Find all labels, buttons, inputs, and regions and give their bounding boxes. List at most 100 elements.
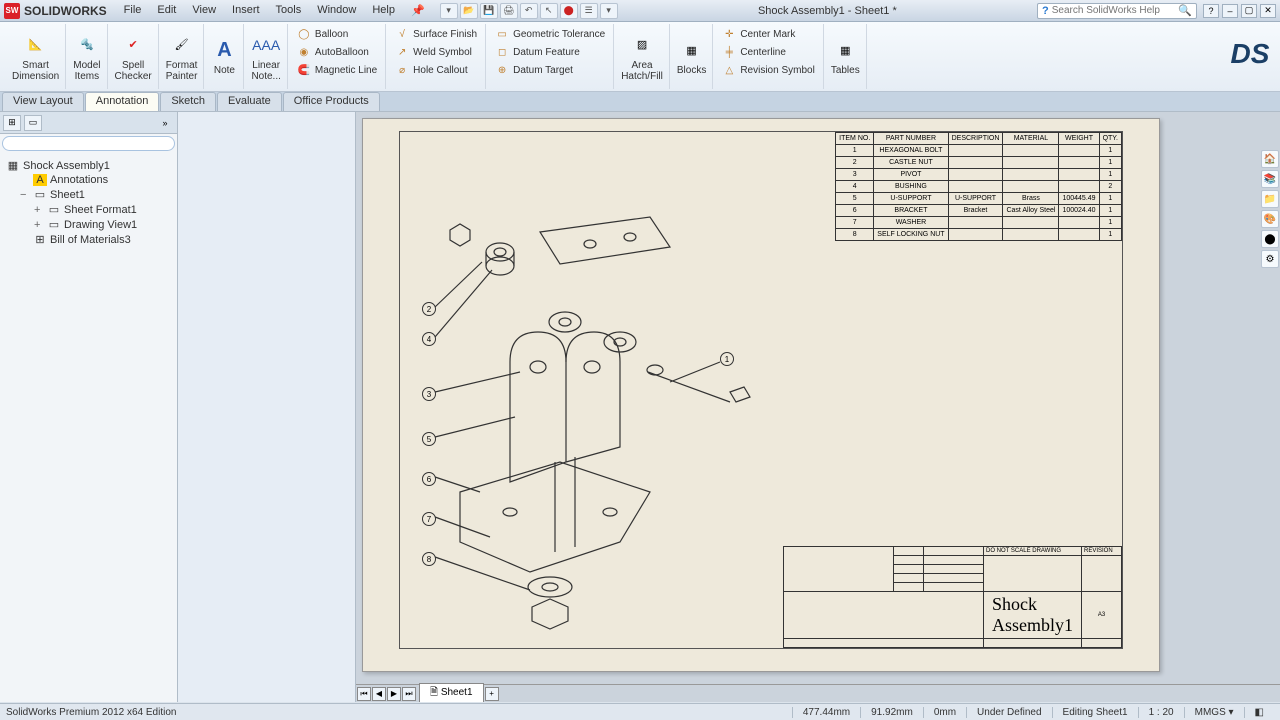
fm-collapse-icon[interactable]: » <box>156 115 174 131</box>
format-painter-button[interactable]: 🖌FormatPainter <box>160 24 205 89</box>
balloon-3[interactable]: 3 <box>422 387 436 401</box>
undo-icon[interactable]: ↶ <box>520 3 538 19</box>
tp-explorer-icon[interactable]: 📁 <box>1261 190 1279 208</box>
rebuild-icon[interactable]: ⬤ <box>560 3 578 19</box>
sheet-first-icon[interactable]: ⏮ <box>357 687 371 701</box>
balloon-7[interactable]: 7 <box>422 512 436 526</box>
main-menu: File Edit View Insert Tools Window Help … <box>117 2 432 19</box>
tab-sketch[interactable]: Sketch <box>160 92 216 111</box>
balloon-8[interactable]: 8 <box>422 552 436 566</box>
status-scale[interactable]: 1 : 20 <box>1138 707 1184 718</box>
bom-h-part: PART NUMBER <box>874 133 948 145</box>
options2-icon[interactable]: ▾ <box>600 3 618 19</box>
menu-pin-icon[interactable]: 📌 <box>404 2 432 19</box>
drawing-sheet[interactable]: ITEM NO. PART NUMBER DESCRIPTION MATERIA… <box>362 118 1160 672</box>
tree-sheet1[interactable]: −▭Sheet1 <box>6 187 171 202</box>
bom-row[interactable]: 1HEXAGONAL BOLT1 <box>836 145 1122 157</box>
tab-view-layout[interactable]: View Layout <box>2 92 84 111</box>
balloon-4[interactable]: 4 <box>422 332 436 346</box>
blocks-button[interactable]: ▦Blocks <box>671 24 713 89</box>
bom-row[interactable]: 4BUSHING2 <box>836 181 1122 193</box>
hole-callout-button[interactable]: ⌀Hole Callout <box>393 62 479 78</box>
revision-symbol-button[interactable]: △Revision Symbol <box>720 62 816 78</box>
search-icon[interactable]: 🔍 <box>1178 4 1192 17</box>
balloon-2[interactable]: 2 <box>422 302 436 316</box>
bom-row[interactable]: 3PIVOT1 <box>836 169 1122 181</box>
sheet-last-icon[interactable]: ⏭ <box>402 687 416 701</box>
tree-bom[interactable]: ⊞Bill of Materials3 <box>6 232 171 247</box>
tree-sheet-format[interactable]: +▭Sheet Format1 <box>6 202 171 217</box>
note-button[interactable]: ANote <box>205 24 244 89</box>
balloon-6[interactable]: 6 <box>422 472 436 486</box>
status-extra-icon[interactable]: ◧ <box>1244 707 1274 718</box>
new-icon[interactable]: ▾ <box>440 3 458 19</box>
menu-file[interactable]: File <box>117 2 149 19</box>
menu-edit[interactable]: Edit <box>150 2 183 19</box>
balloon-button[interactable]: ◯Balloon <box>295 26 379 42</box>
bom-row[interactable]: 6BRACKETBracketCast Alloy Steel100024.40… <box>836 205 1122 217</box>
balloon-1[interactable]: 1 <box>720 352 734 366</box>
options-icon[interactable]: ☰ <box>580 3 598 19</box>
autoballoon-button[interactable]: ◉AutoBalloon <box>295 44 379 60</box>
maximize-icon[interactable]: ▢ <box>1241 4 1257 18</box>
center-mark-button[interactable]: ✛Center Mark <box>720 26 816 42</box>
print-icon[interactable]: 🖨 <box>500 3 518 19</box>
title-block[interactable]: DO NOT SCALE DRAWINGREVISION Shock Assem… <box>783 546 1122 648</box>
tab-evaluate[interactable]: Evaluate <box>217 92 282 111</box>
help-dropdown-icon[interactable]: ? <box>1203 4 1219 18</box>
datum-target-button[interactable]: ⊕Datum Target <box>493 62 607 78</box>
tp-appearances-icon[interactable]: ⬤ <box>1261 230 1279 248</box>
main-area: ⊞ ▭ » ▦Shock Assembly1 AAnnotations −▭Sh… <box>0 112 1280 702</box>
datum-feature-button[interactable]: ◻Datum Feature <box>493 44 607 60</box>
bom-row[interactable]: 2CASTLE NUT1 <box>836 157 1122 169</box>
spell-checker-button[interactable]: ✔SpellChecker <box>109 24 159 89</box>
tree-annotations[interactable]: AAnnotations <box>6 173 171 187</box>
help-search-input[interactable] <box>1052 5 1179 16</box>
tp-custom-icon[interactable]: ⚙ <box>1261 250 1279 268</box>
tree-root[interactable]: ▦Shock Assembly1 <box>6 158 171 173</box>
bom-row[interactable]: 5U-SUPPORTU-SUPPORTBrass100445.491 <box>836 193 1122 205</box>
geometric-tolerance-button[interactable]: ▭Geometric Tolerance <box>493 26 607 42</box>
open-icon[interactable]: 📂 <box>460 3 478 19</box>
close-icon[interactable]: ✕ <box>1260 4 1276 18</box>
tables-button[interactable]: ▦Tables <box>825 24 867 89</box>
smart-dimension-button[interactable]: 📐SmartDimension <box>6 24 66 89</box>
menu-help[interactable]: Help <box>365 2 402 19</box>
tab-annotation[interactable]: Annotation <box>85 92 160 111</box>
sheet-next-icon[interactable]: ▶ <box>387 687 401 701</box>
select-icon[interactable]: ↖ <box>540 3 558 19</box>
weld-symbol-button[interactable]: ↗Weld Symbol <box>393 44 479 60</box>
fm-tab-prop-icon[interactable]: ▭ <box>24 115 42 131</box>
tab-office-products[interactable]: Office Products <box>283 92 380 111</box>
graphics-area[interactable]: ITEM NO. PART NUMBER DESCRIPTION MATERIA… <box>356 112 1280 702</box>
tree-filter-input[interactable] <box>2 136 175 151</box>
tp-resources-icon[interactable]: 🏠 <box>1261 150 1279 168</box>
help-search[interactable]: ? 🔍 <box>1037 3 1197 19</box>
fm-tab-tree-icon[interactable]: ⊞ <box>3 115 21 131</box>
centerline-button[interactable]: ╪Centerline <box>720 44 816 60</box>
quick-toolbar: ▾ 📂 💾 🖨 ↶ ↖ ⬤ ☰ ▾ <box>440 3 618 19</box>
area-hatch-button[interactable]: ▨AreaHatch/Fill <box>615 24 670 89</box>
model-items-button[interactable]: 🔩ModelItems <box>67 24 107 89</box>
surface-finish-button[interactable]: √Surface Finish <box>393 26 479 42</box>
status-units[interactable]: MMGS ▾ <box>1184 707 1244 718</box>
menu-insert[interactable]: Insert <box>225 2 267 19</box>
minimize-icon[interactable]: – <box>1222 4 1238 18</box>
menu-tools[interactable]: Tools <box>269 2 309 19</box>
bom-row[interactable]: 7WASHER1 <box>836 217 1122 229</box>
add-sheet-icon[interactable]: + <box>485 687 499 701</box>
menu-view[interactable]: View <box>185 2 223 19</box>
titlebar: SW SOLIDWORKS File Edit View Insert Tool… <box>0 0 1280 22</box>
save-icon[interactable]: 💾 <box>480 3 498 19</box>
bom-row[interactable]: 8SELF LOCKING NUT1 <box>836 229 1122 241</box>
balloon-5[interactable]: 5 <box>422 432 436 446</box>
tp-library-icon[interactable]: 📚 <box>1261 170 1279 188</box>
bom-table[interactable]: ITEM NO. PART NUMBER DESCRIPTION MATERIA… <box>835 132 1122 241</box>
tree-drawing-view[interactable]: +▭Drawing View1 <box>6 217 171 232</box>
linear-note-button[interactable]: AAALinearNote... <box>245 24 287 89</box>
sheet-prev-icon[interactable]: ◀ <box>372 687 386 701</box>
sheet-tab-1[interactable]: 🗎 Sheet1 <box>419 683 484 702</box>
magnetic-line-button[interactable]: 🧲Magnetic Line <box>295 62 379 78</box>
menu-window[interactable]: Window <box>310 2 363 19</box>
tp-palette-icon[interactable]: 🎨 <box>1261 210 1279 228</box>
